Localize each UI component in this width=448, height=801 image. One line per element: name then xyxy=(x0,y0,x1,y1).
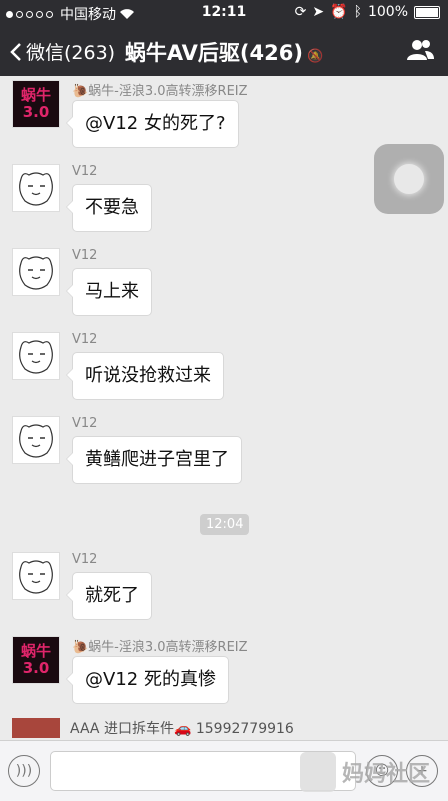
mute-icon: 🔕 xyxy=(306,49,324,64)
battery-icon xyxy=(414,5,440,19)
message-bubble[interactable]: @V12 死的真惨 xyxy=(66,656,229,704)
nav-bar: 微信(263) 蜗牛AV后驱(426) 🔕 xyxy=(0,26,448,76)
chat-title-text: 蜗牛AV后驱(426) xyxy=(124,41,303,65)
cat-face-icon xyxy=(19,560,53,594)
sender-name: V12 xyxy=(72,552,98,567)
cat-face-icon xyxy=(19,256,53,290)
preview-thumbnail xyxy=(12,718,60,738)
next-message-preview[interactable]: AAA 进口拆车件🚗 15992779916 xyxy=(12,718,294,738)
avatar[interactable] xyxy=(12,332,60,380)
battery-percent: 100% xyxy=(367,4,408,20)
cat-face-icon xyxy=(19,172,53,206)
avatar[interactable]: 蜗牛 3.0 xyxy=(12,80,60,128)
rotation-lock-icon: ⟳ xyxy=(294,4,307,20)
watermark: 妈妈社区 xyxy=(300,752,430,792)
message-bubble[interactable]: 不要急 xyxy=(66,184,152,232)
bluetooth-icon: ᛒ xyxy=(353,4,362,20)
alarm-icon: ⏰ xyxy=(330,4,348,20)
message-bubble[interactable]: 黄鳝爬进子宫里了 xyxy=(66,436,242,484)
message-bubble[interactable]: @V12 女的死了? xyxy=(66,100,239,148)
watermark-logo-icon xyxy=(300,752,336,792)
voice-icon: ))) xyxy=(15,763,33,779)
time-divider: 12:04 xyxy=(200,514,250,535)
chat-title: 蜗牛AV后驱(426) 🔕 xyxy=(0,37,448,67)
message-bubble[interactable]: 听说没抢救过来 xyxy=(66,352,224,400)
status-bar: 中国移动 12:11 ⟳ ➤ ⏰ ᛒ 100% xyxy=(0,0,448,26)
location-icon: ➤ xyxy=(312,4,325,20)
sender-name: V12 xyxy=(72,332,98,347)
group-info-button[interactable] xyxy=(406,39,434,65)
sender-name: V12 xyxy=(72,416,98,431)
avatar-text: 蜗牛 xyxy=(20,642,51,660)
avatar[interactable] xyxy=(12,248,60,296)
sender-name: 🐌蜗牛-淫浪3.0高转漂移REIZ xyxy=(72,640,248,655)
message-bubble[interactable]: 就死了 xyxy=(66,572,152,620)
avatar[interactable] xyxy=(12,164,60,212)
voice-button[interactable]: ))) xyxy=(8,755,40,787)
sender-name: V12 xyxy=(72,164,98,179)
avatar[interactable] xyxy=(12,416,60,464)
avatar-text: 3.0 xyxy=(22,103,50,121)
avatar-text: 3.0 xyxy=(22,659,50,677)
avatar[interactable]: 蜗牛 3.0 xyxy=(12,636,60,684)
people-icon xyxy=(407,40,434,60)
assistive-touch-icon xyxy=(394,164,424,194)
sender-name: V12 xyxy=(72,248,98,263)
message-bubble[interactable]: 马上来 xyxy=(66,268,152,316)
cat-face-icon xyxy=(19,340,53,374)
watermark-text: 妈妈社区 xyxy=(342,762,431,787)
preview-text: AAA 进口拆车件🚗 15992779916 xyxy=(70,721,294,737)
avatar-text: 蜗牛 xyxy=(20,86,51,104)
assistive-touch-button[interactable] xyxy=(374,144,444,214)
cat-face-icon xyxy=(19,424,53,458)
avatar[interactable] xyxy=(12,552,60,600)
sender-name: 🐌蜗牛-淫浪3.0高转漂移REIZ xyxy=(72,84,248,99)
